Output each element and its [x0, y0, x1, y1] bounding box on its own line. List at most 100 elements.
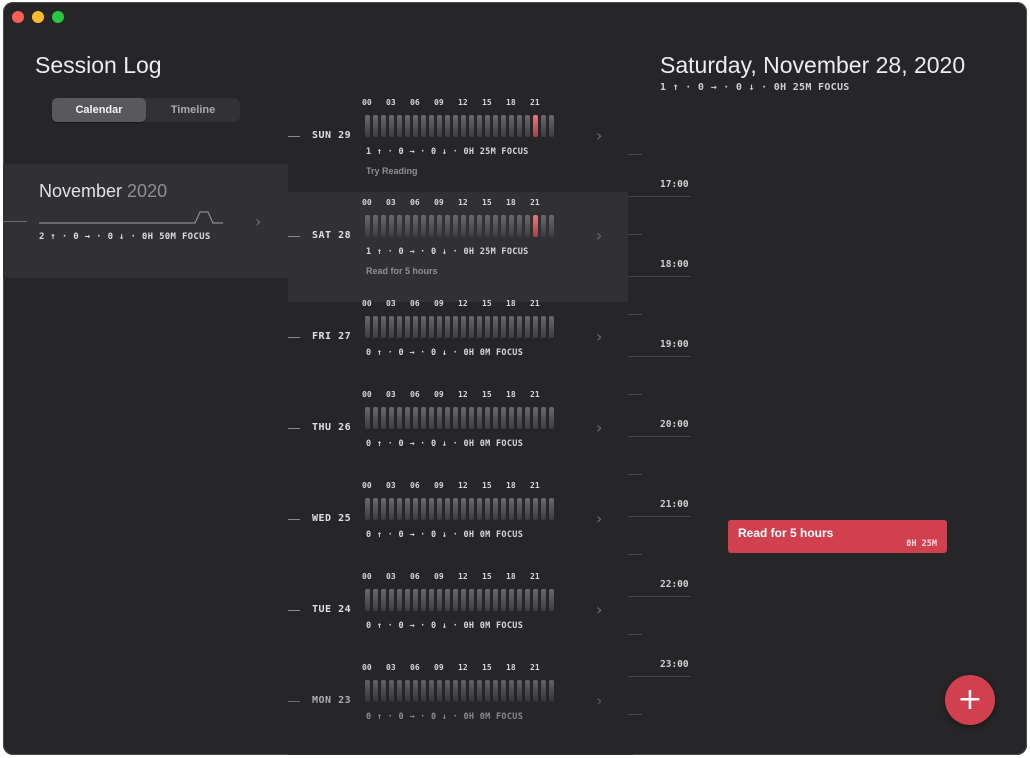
hour-bar [405, 498, 410, 520]
hour-bars [365, 498, 555, 520]
hour-bar [549, 680, 554, 702]
view-toggle: Calendar Timeline [52, 98, 240, 122]
timeline-tab[interactable]: Timeline [146, 98, 240, 122]
detail-stats: 1 ↑ · 0 → · 0 ↓ · 0H 25M FOCUS [660, 82, 850, 93]
close-window-button[interactable] [12, 11, 24, 23]
hour-bar [437, 316, 442, 338]
hour-mark: 21 [530, 98, 540, 107]
hour-scale: 00 03 06 09 12 15 18 21 [362, 572, 562, 584]
hour-bar [437, 215, 442, 237]
hour-tick [628, 676, 690, 677]
hour-bar [413, 215, 418, 237]
day-label: TUE 24 [312, 604, 352, 615]
hour-mark: 09 [434, 390, 444, 399]
hour-bar [389, 407, 394, 429]
hour-bar [397, 316, 402, 338]
hour-bar [421, 407, 426, 429]
hour-bar [509, 589, 514, 611]
hour-bar [445, 115, 450, 137]
hour-bar [501, 589, 506, 611]
chevron-right-icon: › [596, 418, 603, 437]
hour-bar [413, 115, 418, 137]
hour-label: 17:00 [660, 179, 689, 190]
hour-mark: 21 [530, 198, 540, 207]
day-row[interactable]: MON 23 00 03 06 09 12 15 18 21 0 ↑ · 0 → · 0 ↓ · … [288, 657, 628, 755]
hour-mark: 12 [458, 572, 468, 581]
hour-bar [549, 589, 554, 611]
hour-mark: 18 [506, 481, 516, 490]
day-dash [288, 136, 300, 137]
hour-bars [365, 680, 555, 702]
hour-bar [517, 589, 522, 611]
month-stats: 2 ↑ · 0 → · 0 ↓ · 0H 50M FOCUS [39, 232, 211, 242]
hour-mark: 09 [434, 299, 444, 308]
hour-bar [477, 407, 482, 429]
half-hour-tick [628, 394, 642, 395]
hour-bar [421, 115, 426, 137]
hour-mark: 21 [530, 572, 540, 581]
hour-mark: 18 [506, 98, 516, 107]
hour-bars [365, 115, 555, 137]
hour-bar [381, 680, 386, 702]
calendar-tab[interactable]: Calendar [52, 98, 146, 122]
day-stats: 1 ↑ · 0 → · 0 ↓ · 0H 25M FOCUS [366, 147, 529, 157]
hour-bar [485, 215, 490, 237]
month-card[interactable]: November 2020 2 ↑ · 0 → · 0 ↓ · 0H 50M F… [3, 164, 288, 278]
hour-bar [485, 115, 490, 137]
hour-mark: 00 [362, 198, 372, 207]
add-session-button[interactable]: + [945, 675, 995, 725]
hour-mark: 09 [434, 98, 444, 107]
day-row[interactable]: SAT 28 00 03 06 09 12 15 18 21 1 ↑ · 0 → · 0 ↓ · … [288, 192, 628, 302]
hour-mark: 00 [362, 572, 372, 581]
hour-mark: 15 [482, 299, 492, 308]
hour-bar [429, 589, 434, 611]
hour-mark: 15 [482, 198, 492, 207]
hour-bar [381, 115, 386, 137]
day-label: SAT 28 [312, 230, 352, 241]
hour-bar [373, 316, 378, 338]
hour-bar [461, 589, 466, 611]
day-label: SUN 29 [312, 130, 352, 141]
hour-mark: 03 [386, 572, 396, 581]
hour-mark: 09 [434, 198, 444, 207]
day-dash [288, 428, 300, 429]
chevron-right-icon: › [596, 600, 603, 619]
hour-bar [501, 407, 506, 429]
session-event-block[interactable]: Read for 5 hours 0H 25M [728, 520, 947, 553]
half-hour-tick [628, 634, 642, 635]
hour-bar [421, 589, 426, 611]
hour-bar [373, 589, 378, 611]
hour-mark: 03 [386, 198, 396, 207]
hour-bar [541, 680, 546, 702]
hour-bar [453, 498, 458, 520]
hour-bar [477, 589, 482, 611]
hour-bar [437, 680, 442, 702]
hour-bar [533, 589, 538, 611]
hour-mark: 00 [362, 663, 372, 672]
hour-bar [517, 215, 522, 237]
hour-bar [397, 589, 402, 611]
plus-icon: + [957, 682, 983, 717]
minimize-window-button[interactable] [32, 11, 44, 23]
hour-bar [397, 407, 402, 429]
hour-bar [525, 680, 530, 702]
day-row[interactable]: SUN 29 00 03 06 09 12 15 18 21 1 ↑ · 0 → · 0 ↓ · … [288, 92, 628, 202]
hour-tick [628, 516, 690, 517]
hour-bar [429, 498, 434, 520]
hour-mark: 00 [362, 390, 372, 399]
hour-bar [445, 680, 450, 702]
hour-bar [389, 316, 394, 338]
half-hour-tick [628, 314, 642, 315]
zoom-window-button[interactable] [52, 11, 64, 23]
day-stats: 0 ↑ · 0 → · 0 ↓ · 0H 0M FOCUS [366, 712, 524, 722]
hour-bar [549, 215, 554, 237]
hour-bar [509, 407, 514, 429]
hour-bar [485, 680, 490, 702]
hour-bar [461, 498, 466, 520]
day-stats: 0 ↑ · 0 → · 0 ↓ · 0H 0M FOCUS [366, 621, 524, 631]
hour-label: 23:00 [660, 659, 689, 670]
app-title: Session Log [35, 52, 162, 78]
hour-label: 18:00 [660, 259, 689, 270]
chevron-right-icon: › [596, 509, 603, 528]
hour-bar [477, 680, 482, 702]
